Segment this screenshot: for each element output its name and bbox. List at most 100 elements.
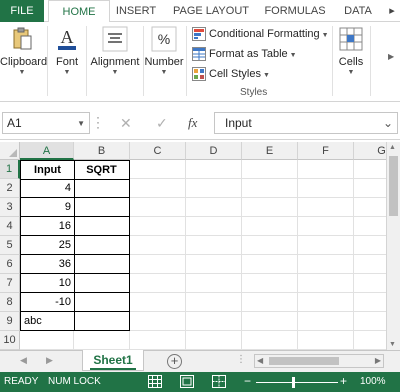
font-button[interactable]: A Font ▼ xyxy=(50,26,84,77)
grid-cell[interactable] xyxy=(242,217,298,236)
horizontal-scroll-thumb[interactable] xyxy=(269,357,339,365)
sheet-nav-right-icon[interactable]: ▶ xyxy=(46,355,53,366)
normal-view-icon[interactable] xyxy=(148,375,162,388)
cell-b9[interactable] xyxy=(74,312,130,331)
grid-cell[interactable] xyxy=(354,312,386,331)
format-as-table-button[interactable]: Format as Table ▼ xyxy=(192,44,297,64)
row-header-7[interactable]: 7 xyxy=(0,274,20,293)
cell-a3[interactable]: 9 xyxy=(20,198,75,217)
vertical-scroll-thumb[interactable] xyxy=(389,156,398,216)
tab-home[interactable]: HOME xyxy=(48,0,110,23)
grid-cell[interactable] xyxy=(298,179,354,198)
grid-cell[interactable] xyxy=(130,331,186,350)
cancel-icon[interactable]: ✕ xyxy=(120,115,132,132)
clipboard-button[interactable]: Clipboard ▼ xyxy=(0,26,47,77)
grid-cell[interactable] xyxy=(130,217,186,236)
cell-styles-button[interactable]: Cell Styles ▼ xyxy=(192,64,270,84)
tab-scroll-right-icon[interactable]: ▸ xyxy=(384,0,400,22)
grid-cell[interactable] xyxy=(242,293,298,312)
cell-b7[interactable] xyxy=(74,274,130,293)
vertical-scrollbar[interactable]: ▲ ▼ xyxy=(386,142,400,350)
row-header-5[interactable]: 5 xyxy=(0,236,20,255)
cell-a8[interactable]: -10 xyxy=(20,293,75,312)
ribbon-scroll-right-icon[interactable]: ▶ xyxy=(388,52,394,61)
chevron-down-icon[interactable]: ▼ xyxy=(77,119,85,128)
cell-a7[interactable]: 10 xyxy=(20,274,75,293)
cell-a1[interactable]: Input xyxy=(20,160,75,180)
column-header-b[interactable]: B xyxy=(74,142,130,160)
column-header-e[interactable]: E xyxy=(242,142,298,160)
grid-cell[interactable] xyxy=(130,312,186,331)
grid-cell[interactable] xyxy=(298,160,354,179)
zoom-out-button[interactable]: − xyxy=(244,374,251,388)
column-header-a[interactable]: A xyxy=(20,142,74,160)
select-all-button[interactable] xyxy=(0,142,20,160)
grid-cell[interactable] xyxy=(298,198,354,217)
formula-input[interactable]: Input ⌄ xyxy=(214,112,398,134)
worksheet-grid[interactable]: A B C D E F G 1 2 3 4 5 6 7 8 9 10 11 In… xyxy=(0,142,386,350)
zoom-level[interactable]: 100% xyxy=(360,376,386,387)
grid-cell[interactable] xyxy=(186,160,242,179)
cell-a4[interactable]: 16 xyxy=(20,217,75,236)
grid-cell[interactable] xyxy=(242,160,298,179)
grid-cell[interactable] xyxy=(242,312,298,331)
horizontal-scrollbar[interactable]: ◀ ▶ xyxy=(254,354,384,368)
number-button[interactable]: % Number ▼ xyxy=(144,26,184,77)
column-header-g[interactable]: G xyxy=(354,142,386,160)
grid-cell[interactable] xyxy=(130,236,186,255)
grid-cell[interactable] xyxy=(298,255,354,274)
insert-function-icon[interactable]: fx xyxy=(188,115,197,131)
grid-cell[interactable] xyxy=(242,274,298,293)
tab-formulas[interactable]: FORMULAS xyxy=(260,0,330,22)
grid-cell[interactable] xyxy=(130,274,186,293)
tab-split-handle-icon[interactable]: ⋮ xyxy=(236,354,246,365)
grid-cell[interactable] xyxy=(354,179,386,198)
alignment-button[interactable]: Alignment ▼ xyxy=(88,26,142,77)
grid-cell[interactable] xyxy=(186,312,242,331)
expand-formula-bar-icon[interactable]: ⌄ xyxy=(383,116,393,130)
grid-cell[interactable] xyxy=(130,255,186,274)
column-header-d[interactable]: D xyxy=(186,142,242,160)
zoom-in-button[interactable]: + xyxy=(340,374,347,388)
tab-file[interactable]: FILE xyxy=(0,0,44,22)
cell-b6[interactable] xyxy=(74,255,130,274)
cell-b4[interactable] xyxy=(74,217,130,236)
grid-cell[interactable] xyxy=(354,274,386,293)
grid-cell[interactable] xyxy=(242,236,298,255)
row-header-2[interactable]: 2 xyxy=(0,179,20,198)
zoom-slider-thumb[interactable] xyxy=(292,377,295,388)
grid-cell[interactable] xyxy=(298,274,354,293)
grid-cell[interactable] xyxy=(242,179,298,198)
grid-cell[interactable] xyxy=(354,217,386,236)
cell-a9[interactable]: abc xyxy=(20,312,75,331)
cell-a6[interactable]: 36 xyxy=(20,255,75,274)
grid-cell[interactable] xyxy=(354,198,386,217)
grid-cell[interactable] xyxy=(186,236,242,255)
row-header-9[interactable]: 9 xyxy=(0,312,20,331)
row-header-6[interactable]: 6 xyxy=(0,255,20,274)
tab-insert[interactable]: INSERT xyxy=(112,0,160,22)
row-header-1[interactable]: 1 xyxy=(0,160,20,179)
grid-cell[interactable] xyxy=(186,255,242,274)
sheet-nav-left-icon[interactable]: ◀ xyxy=(20,355,27,366)
cell-b1[interactable]: SQRT xyxy=(74,160,130,180)
grid-cell[interactable] xyxy=(130,198,186,217)
grid-cell[interactable] xyxy=(186,198,242,217)
grid-cell[interactable] xyxy=(242,331,298,350)
grid-cell[interactable] xyxy=(186,217,242,236)
grid-cell[interactable] xyxy=(298,236,354,255)
tab-page-layout[interactable]: PAGE LAYOUT xyxy=(170,0,252,22)
cell-b8[interactable] xyxy=(74,293,130,312)
page-layout-view-icon[interactable] xyxy=(180,375,194,388)
tab-data[interactable]: DATA xyxy=(338,0,378,22)
name-box[interactable]: A1 ▼ xyxy=(2,112,90,134)
cell-a5[interactable]: 25 xyxy=(20,236,75,255)
grid-cell[interactable] xyxy=(354,236,386,255)
zoom-slider[interactable] xyxy=(256,382,338,383)
grid-cell[interactable] xyxy=(186,179,242,198)
grid-cell[interactable] xyxy=(74,331,130,350)
cells-button[interactable]: Cells ▼ xyxy=(336,26,366,77)
cell-b3[interactable] xyxy=(74,198,130,217)
grid-cell[interactable] xyxy=(298,293,354,312)
scroll-up-icon[interactable]: ▲ xyxy=(389,144,396,151)
